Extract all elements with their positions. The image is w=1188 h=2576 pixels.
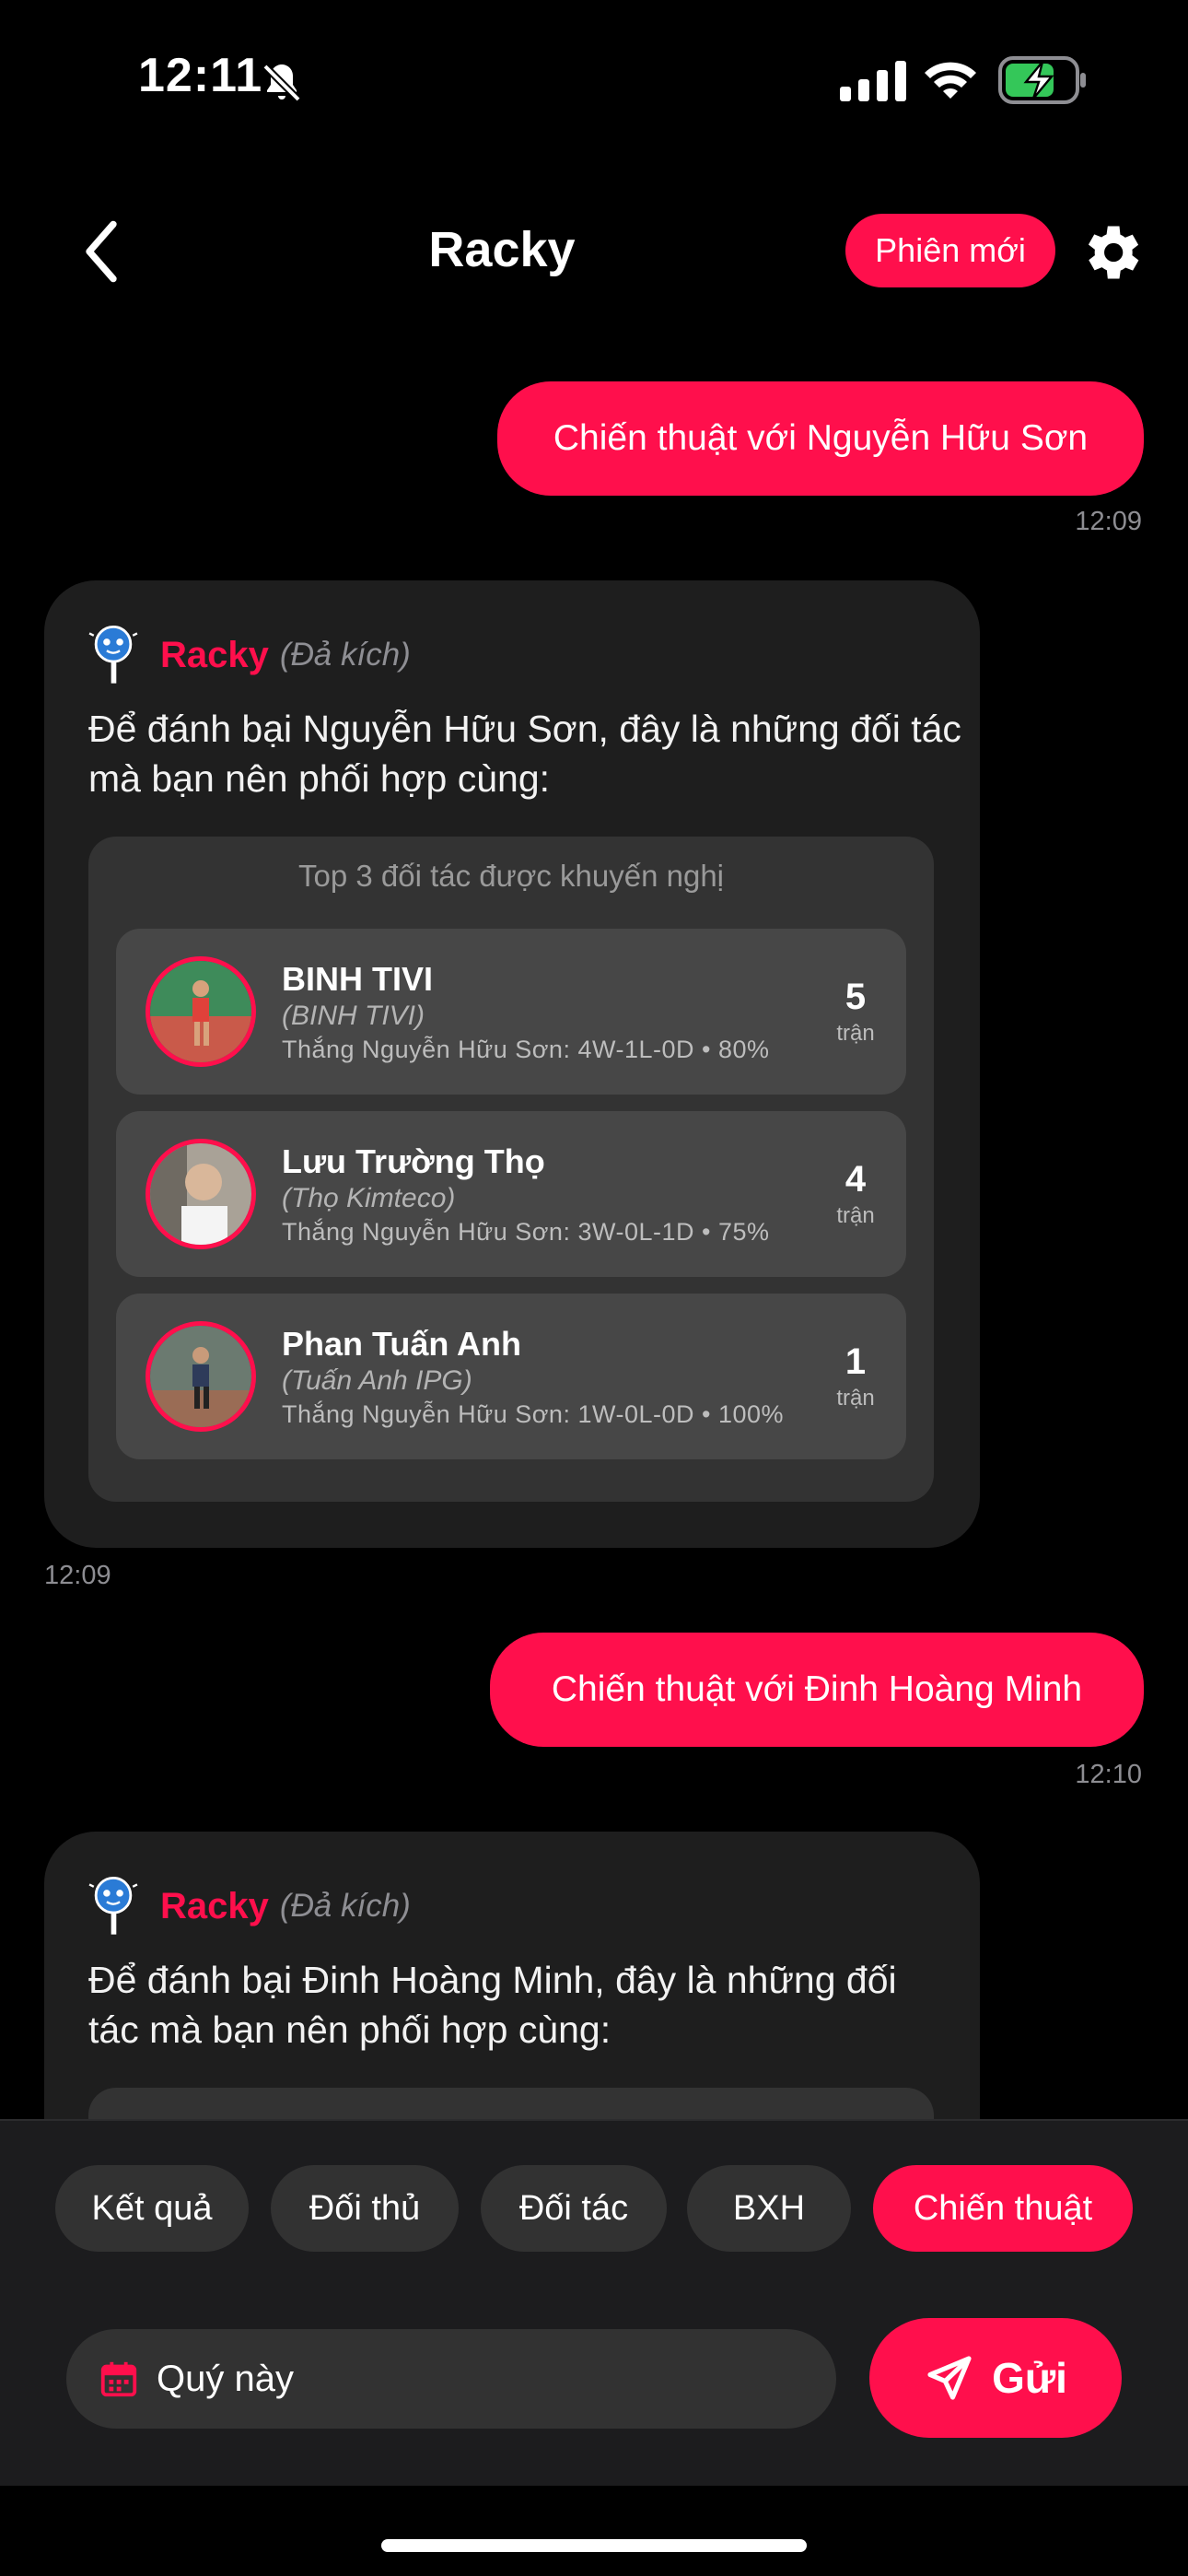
bot-message-header: Racky (Đả kích) <box>87 625 411 685</box>
recommendation-box: Top 3 đối tác được khuyến nghị BINH TIVI… <box>88 837 934 1502</box>
bot-message-card: Racky (Đả kích) Để đánh bại Nguyễn Hữu S… <box>44 580 980 1548</box>
partner-nickname: (Tuấn Anh IPG) <box>282 1365 472 1396</box>
period-value: Quý này <box>157 2358 294 2399</box>
battery-charging-icon <box>998 56 1086 104</box>
match-unit: trận <box>836 1203 875 1228</box>
message-timestamp: 12:10 <box>1075 1760 1142 1789</box>
avatar <box>146 1321 256 1432</box>
partner-stat: Thắng Nguyễn Hữu Sơn: 3W-0L-1D • 75% <box>282 1218 770 1246</box>
send-button[interactable]: Gửi <box>869 2318 1122 2438</box>
avatar <box>146 1139 256 1249</box>
message-timestamp: 12:09 <box>1075 507 1142 536</box>
status-time: 12:11 <box>138 49 263 102</box>
bot-name: Racky <box>160 1885 269 1926</box>
partner-stat: Thắng Nguyễn Hữu Sơn: 1W-0L-0D • 100% <box>282 1400 784 1428</box>
cellular-signal-icon <box>840 61 906 101</box>
gear-icon[interactable] <box>1076 217 1146 287</box>
send-label: Gửi <box>992 2354 1067 2402</box>
chip-tactics[interactable]: Chiến thuật <box>873 2165 1133 2252</box>
chip-leaderboard[interactable]: BXH <box>687 2165 851 2252</box>
partner-name: Lưu Trường Thọ <box>282 1142 545 1180</box>
chip-opponents[interactable]: Đối thủ <box>271 2165 459 2252</box>
partner-name: BINH TIVI <box>282 960 434 998</box>
match-count: 5 <box>844 977 867 1017</box>
period-selector[interactable]: Quý này <box>66 2329 836 2429</box>
send-icon <box>927 2356 972 2400</box>
match-count: 1 <box>844 1341 867 1382</box>
partner-stat: Thắng Nguyễn Hữu Sơn: 4W-1L-0D • 80% <box>282 1036 770 1063</box>
bot-message-text: Để đánh bại Đinh Hoàng Minh, đây là nhữn… <box>88 1959 897 2051</box>
match-count: 4 <box>844 1159 867 1200</box>
racket-bot-icon <box>88 1876 138 1935</box>
bot-mode: (Đả kích) <box>279 637 411 673</box>
partner-card[interactable]: Phan Tuấn Anh (Tuấn Anh IPG) Thắng Nguyễ… <box>116 1294 906 1459</box>
partner-card[interactable]: Lưu Trường Thọ (Thọ Kimteco) Thắng Nguyễ… <box>116 1111 906 1277</box>
message-timestamp: 12:09 <box>44 1561 111 1590</box>
partner-name: Phan Tuấn Anh <box>282 1325 521 1363</box>
racket-bot-icon <box>88 625 138 684</box>
bot-message-header: Racky (Đả kích) <box>87 1876 411 1937</box>
bot-name: Racky <box>160 634 269 675</box>
new-session-button[interactable]: Phiên mới <box>845 214 1055 287</box>
avatar <box>146 956 256 1067</box>
home-indicator <box>381 2539 807 2552</box>
user-message-bubble: Chiến thuật với Đinh Hoàng Minh <box>490 1633 1144 1747</box>
match-unit: trận <box>836 1386 875 1411</box>
partner-card[interactable]: BINH TIVI (BINH TIVI) Thắng Nguyễn Hữu S… <box>116 929 906 1095</box>
bell-off-icon <box>262 64 301 102</box>
bot-message-text: Để đánh bại Nguyễn Hữu Sơn, đây là những… <box>88 708 961 800</box>
partner-nickname: (Thọ Kimteco) <box>282 1183 456 1213</box>
user-message-bubble: Chiến thuật với Nguyễn Hữu Sơn <box>497 381 1144 496</box>
chip-results[interactable]: Kết quả <box>55 2165 249 2252</box>
calendar-icon <box>100 2361 137 2397</box>
recommendation-title: Top 3 đối tác được khuyến nghị <box>297 859 725 893</box>
partner-nickname: (BINH TIVI) <box>282 1001 425 1031</box>
chip-partners[interactable]: Đối tác <box>481 2165 667 2252</box>
bot-mode: (Đả kích) <box>279 1888 411 1924</box>
match-unit: trận <box>836 1021 875 1046</box>
wifi-icon <box>925 62 976 99</box>
